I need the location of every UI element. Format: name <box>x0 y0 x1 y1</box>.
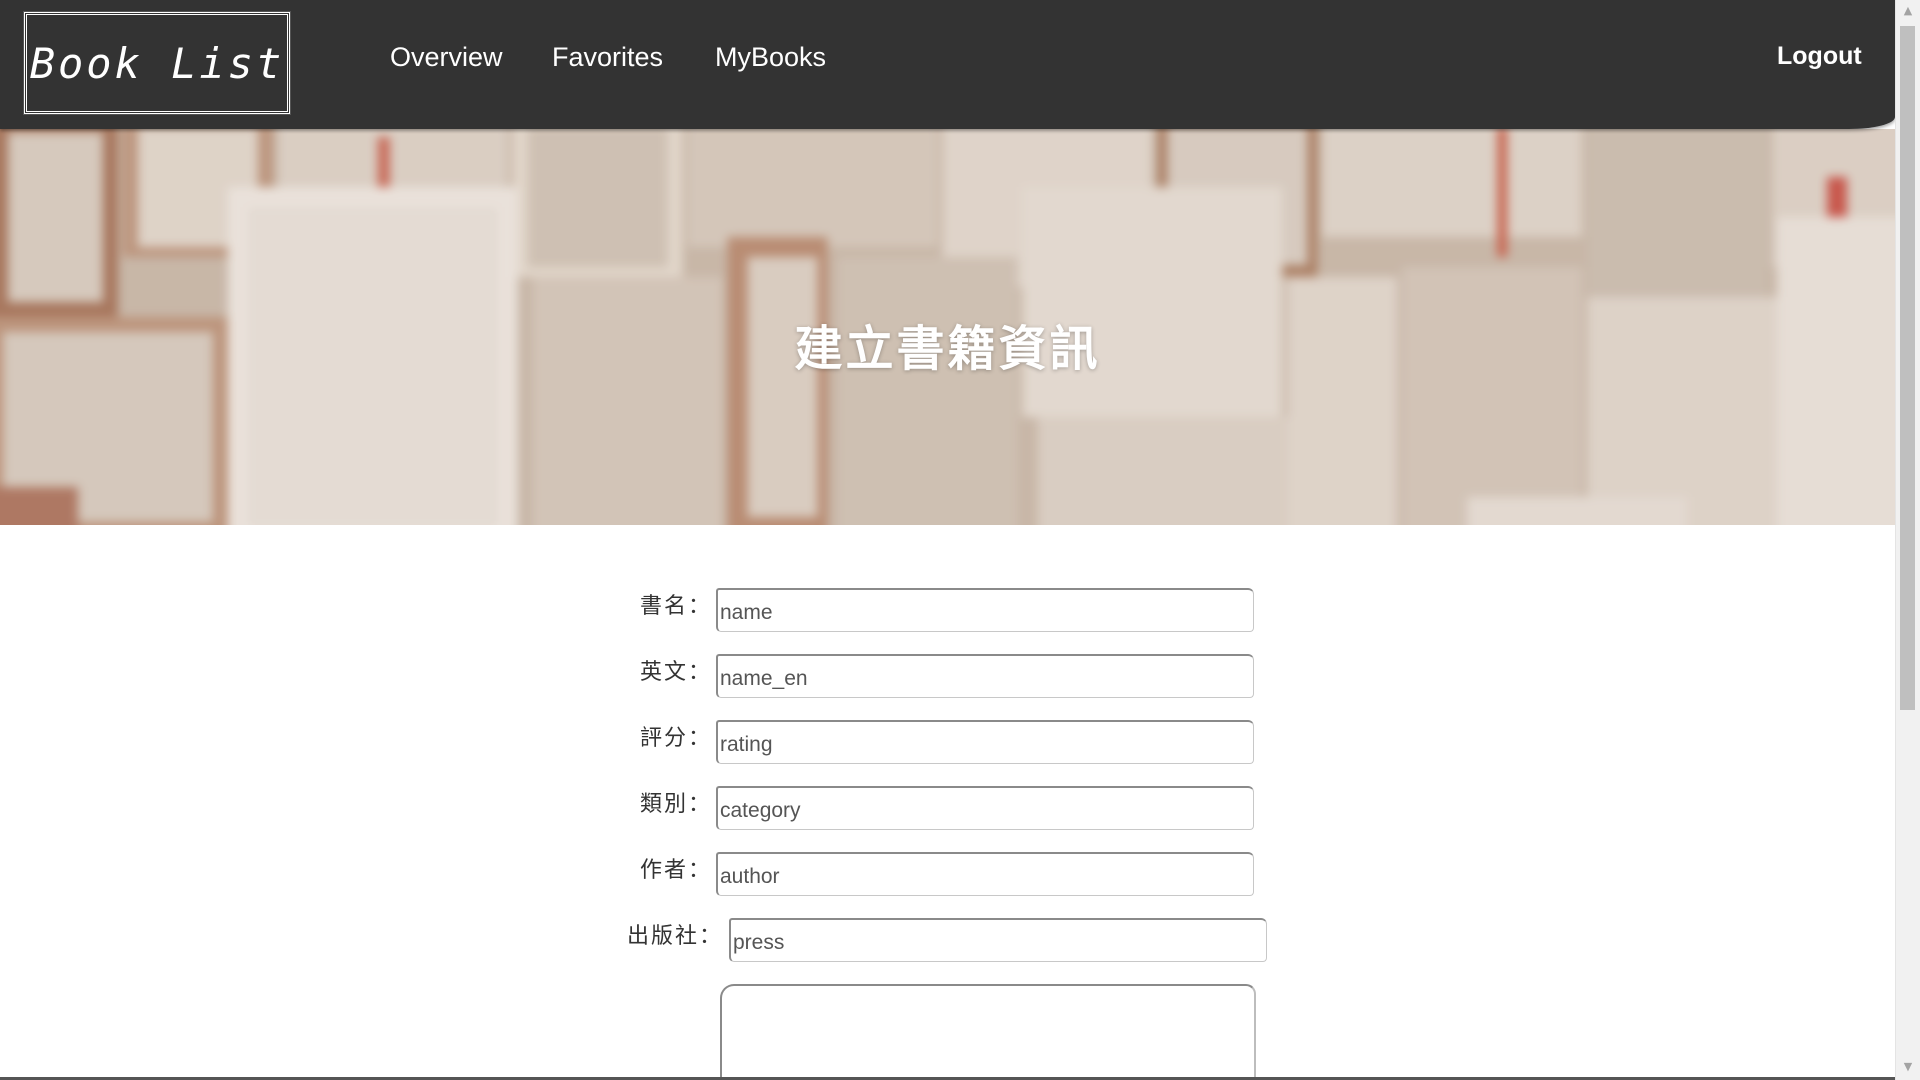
description-textarea[interactable] <box>720 984 1256 1080</box>
field-label-category: 類別： <box>640 792 713 817</box>
nav-link-favorites[interactable]: Favorites <box>552 42 663 73</box>
page: Book List Overview Favorites MyBooks Log… <box>0 0 1920 1080</box>
logout-link[interactable]: Logout <box>1777 42 1862 71</box>
name-input[interactable] <box>716 588 1254 632</box>
field-label-press: 出版社： <box>627 924 724 949</box>
press-input[interactable] <box>729 918 1267 962</box>
scroll-up-arrow-icon[interactable]: ▲ <box>1896 2 1920 20</box>
nav-link-overview[interactable]: Overview <box>390 42 503 73</box>
field-label-name: 書名： <box>640 594 713 619</box>
scroll-down-arrow-icon[interactable]: ▼ <box>1896 1058 1920 1076</box>
field-label-rating: 評分： <box>640 726 713 751</box>
vertical-scrollbar[interactable]: ▲ ▼ <box>1895 0 1920 1080</box>
navbar: Book List Overview Favorites MyBooks Log… <box>0 0 1895 129</box>
page-title: 建立書籍資訊 <box>794 321 1101 377</box>
rating-input[interactable] <box>716 720 1254 764</box>
author-input[interactable] <box>716 852 1254 896</box>
category-input[interactable] <box>716 786 1254 830</box>
brand-logo-link[interactable]: Book List <box>23 11 291 115</box>
nav-link-mybooks[interactable]: MyBooks <box>715 42 826 73</box>
field-label-author: 作者： <box>640 858 713 883</box>
hero-banner: 建立書籍資訊 <box>0 129 1895 525</box>
scrollbar-thumb[interactable] <box>1900 26 1915 710</box>
name-en-input[interactable] <box>716 654 1254 698</box>
field-label-name-en: 英文： <box>640 660 713 685</box>
